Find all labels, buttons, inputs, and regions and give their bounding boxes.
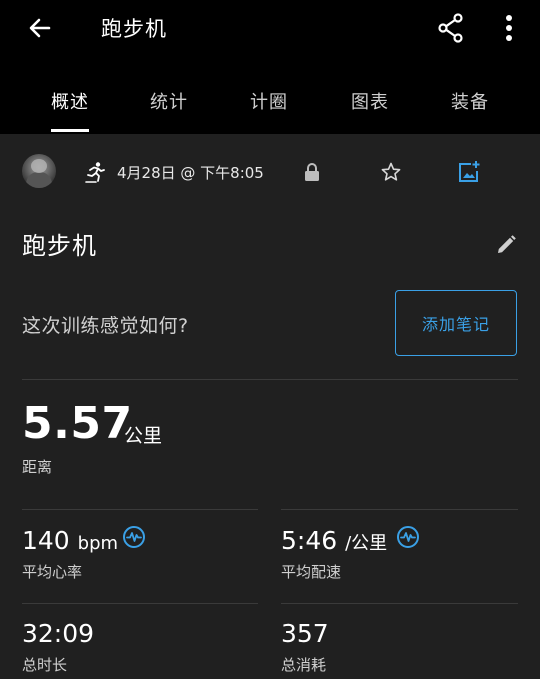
tab-charts[interactable]: 图表 xyxy=(330,88,410,114)
distance-value: 5.57 xyxy=(22,398,133,449)
more-options-button[interactable] xyxy=(495,10,523,46)
feeling-question: 这次训练感觉如何? xyxy=(22,315,189,337)
distance-label: 距离 xyxy=(22,458,53,476)
activity-info-row: 4月28日 @ 下午8:05 xyxy=(0,148,540,198)
back-button[interactable] xyxy=(22,10,58,46)
divider xyxy=(281,509,518,510)
heart-rate-label: 平均心率 xyxy=(22,563,83,581)
active-tab-indicator xyxy=(51,129,89,132)
divider xyxy=(281,603,518,604)
tab-laps[interactable]: 计圈 xyxy=(229,88,309,114)
share-button[interactable] xyxy=(434,10,468,46)
pace-unit: /公里 xyxy=(345,533,388,554)
app-header: 跑步机 概述 统计 计圈 图表 装备 xyxy=(0,0,540,134)
treadmill-run-icon xyxy=(85,162,105,183)
tab-stats[interactable]: 统计 xyxy=(129,88,209,114)
add-photo-icon[interactable] xyxy=(457,160,481,184)
heart-rate-value: 140 xyxy=(22,526,70,555)
heart-rate-unit: bpm xyxy=(77,533,119,554)
duration-value: 32:09 xyxy=(22,619,95,648)
pace-value: 5:46 xyxy=(281,526,338,555)
pace-label: 平均配速 xyxy=(281,563,342,581)
activity-date: 4月28日 @ 下午8:05 xyxy=(117,164,264,182)
more-vertical-icon xyxy=(506,15,512,41)
tab-bar: 概述 统计 计圈 图表 装备 xyxy=(0,80,540,134)
distance-unit: 公里 xyxy=(124,425,163,447)
divider xyxy=(22,509,258,510)
arrow-left-icon xyxy=(29,18,51,38)
heart-rate-monitor-icon[interactable] xyxy=(122,525,146,549)
pace-stat: 5:46 /公里 xyxy=(281,526,387,555)
pace-monitor-icon[interactable] xyxy=(396,525,420,549)
duration-label: 总时长 xyxy=(22,656,68,674)
share-icon xyxy=(438,13,463,43)
page-title: 跑步机 xyxy=(101,17,167,41)
avatar[interactable] xyxy=(22,154,56,188)
tab-overview[interactable]: 概述 xyxy=(30,88,110,114)
divider xyxy=(22,379,518,380)
star-icon[interactable] xyxy=(380,161,402,183)
calories-value: 357 xyxy=(281,619,329,648)
heart-rate-stat: 140 bpm xyxy=(22,526,118,555)
edit-pencil-icon[interactable] xyxy=(495,234,517,256)
add-note-button[interactable]: 添加笔记 xyxy=(395,290,517,356)
calories-label: 总消耗 xyxy=(281,656,327,674)
divider xyxy=(22,603,258,604)
tab-gear[interactable]: 装备 xyxy=(430,88,510,114)
activity-name: 跑步机 xyxy=(22,232,97,260)
lock-icon xyxy=(305,163,319,181)
